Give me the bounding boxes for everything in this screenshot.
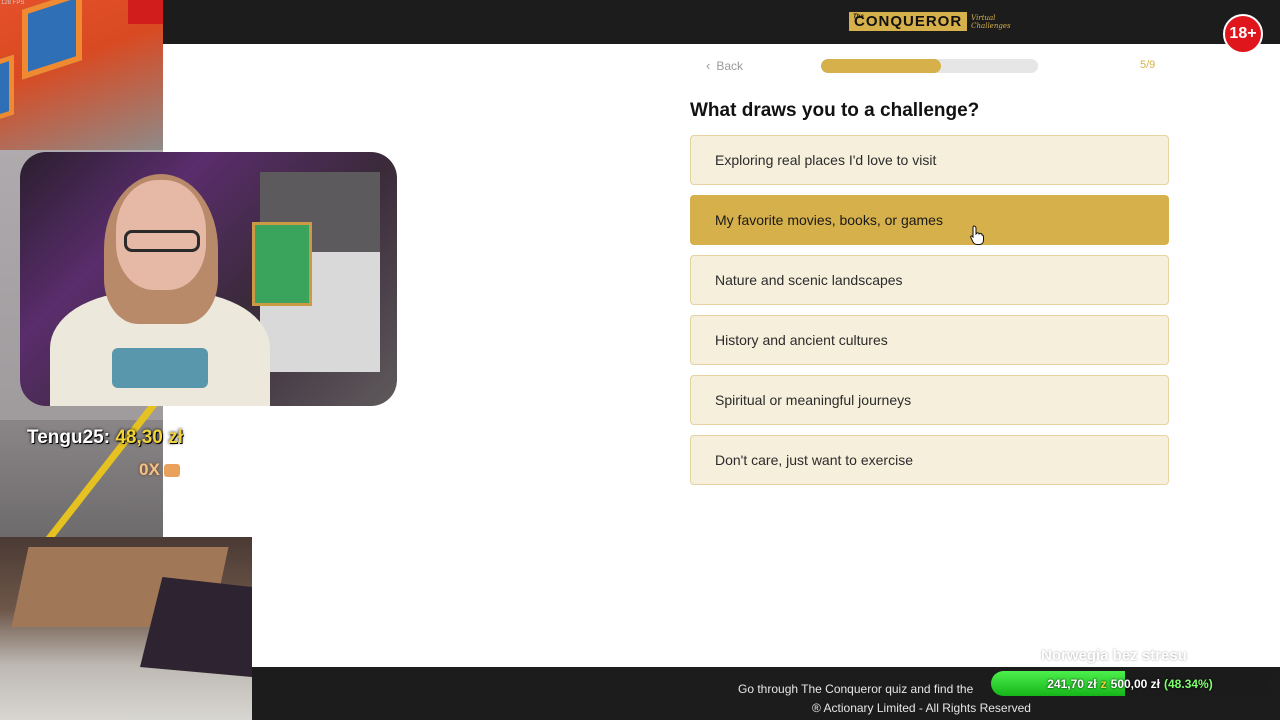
fist-icon [163,463,180,477]
back-label: Back [716,59,744,73]
answer-option[interactable]: History and ancient cultures [690,315,1169,365]
age-rating-badge: 18+ [1223,14,1263,54]
answer-option-label: Spiritual or meaningful journeys [715,392,912,408]
donor-name: Tengu25: [27,427,111,448]
scene-screen [0,54,14,126]
footer-copyright: ® Actionary Limited - All Rights Reserve… [812,701,1031,715]
answer-options: Exploring real places I'd love to visit M… [690,135,1169,495]
goal-current: 241,70 zł [1047,676,1097,691]
logo-tagline: Virtual Challenges [971,13,1011,30]
chevron-left-icon: ‹ [706,58,711,73]
streamer-webcam [20,152,397,406]
donation-goal-title: Norwegia bez stresu [1041,647,1187,664]
answer-option[interactable]: Don't care, just want to exercise [690,435,1169,485]
donation-goal-text: 241,70 zł z 500,00 zł (48.34%) [991,671,1269,696]
donation-alert: Tengu25: 48,30 zł [27,427,183,449]
answer-option[interactable]: Nature and scenic landscapes [690,255,1169,305]
quiz-nav: ‹ Back 5/9 [690,56,1168,76]
fps-counter: 128 FPS [1,0,25,6]
conqueror-logo[interactable]: The CONQUEROR Virtual Challenges [849,11,1019,32]
goal-separator: z [1100,676,1107,691]
answer-option-label: My favorite movies, books, or games [715,212,943,228]
secondary-camera [0,537,252,720]
step-counter: 5/9 [1140,59,1156,71]
donation-amount: 48,30 zł [115,427,183,448]
scene-object [128,0,163,24]
footer-quiz-link[interactable]: Go through The Conqueror quiz and find t… [738,682,973,696]
quiz-progress-bar [821,59,1038,73]
webcam-poster [252,222,312,306]
answer-option-label: Don't care, just want to exercise [715,452,913,468]
answer-option-label: Nature and scenic landscapes [715,272,903,288]
answer-option[interactable]: Spiritual or meaningful journeys [690,375,1169,425]
webcam-shirt-print [112,348,208,388]
webcam-glasses [124,230,200,252]
logo-prefix: The [853,14,864,20]
combo-value: 0X [139,460,160,479]
quiz-progress-fill [821,59,942,73]
back-button[interactable]: ‹ Back [706,59,743,73]
goal-percent: (48.34%) [1164,676,1213,691]
question-title: What draws you to a challenge? [690,100,980,121]
logo-wordmark: The CONQUEROR [849,12,968,31]
answer-option[interactable]: Exploring real places I'd love to visit [690,135,1169,185]
answer-option-label: History and ancient cultures [715,332,888,348]
goal-target: 500,00 zł [1110,676,1161,691]
mouse-pointer-icon [970,225,984,245]
answer-option-label: Exploring real places I'd love to visit [715,152,937,168]
answer-option[interactable]: My favorite movies, books, or games [690,195,1169,245]
logo-name: CONQUEROR [854,13,963,30]
combo-counter: 0X [139,460,180,480]
donation-goal-bar: 241,70 zł z 500,00 zł (48.34%) [991,671,1269,696]
site-header: The CONQUEROR Virtual Challenges [0,0,1280,44]
